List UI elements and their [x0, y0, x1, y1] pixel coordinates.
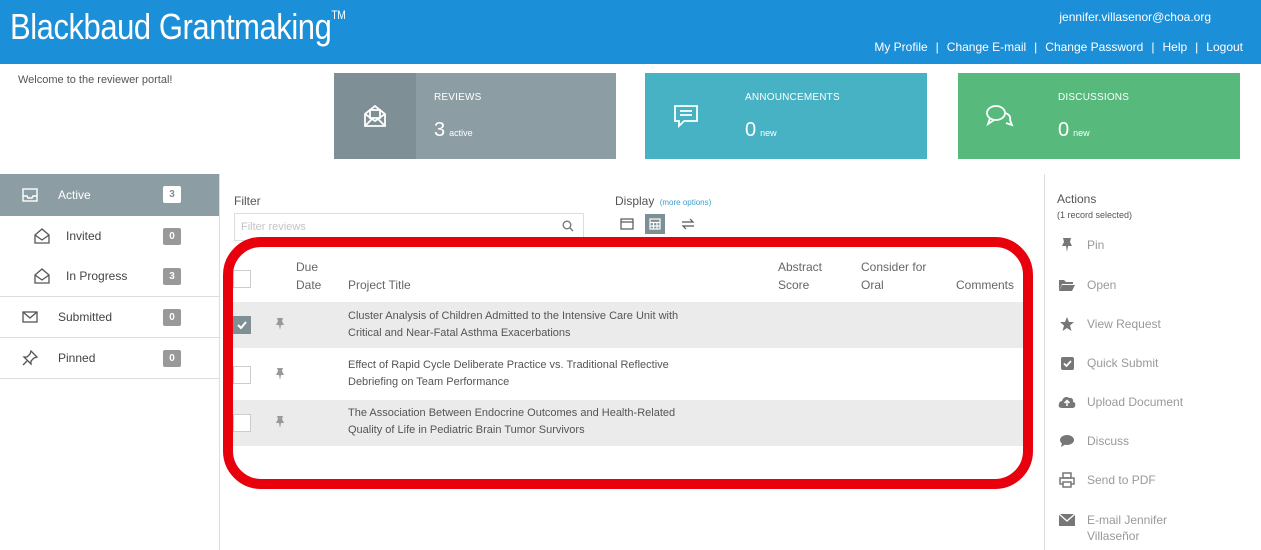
quick-submit-action[interactable]: Quick Submit	[1057, 353, 1158, 373]
grid-view-icon[interactable]	[645, 214, 665, 234]
discussions-tile[interactable]: DISCUSSIONS 0 new	[958, 73, 1240, 159]
announcements-count: 0 new	[745, 119, 777, 141]
count-badge: 3	[163, 268, 181, 285]
link-separator: |	[1151, 40, 1155, 54]
logout-link[interactable]: Logout	[1206, 40, 1243, 54]
change-email-link[interactable]: Change E-mail	[947, 40, 1026, 54]
my-profile-link[interactable]: My Profile	[874, 40, 927, 54]
printer-icon	[1057, 470, 1077, 490]
message-icon	[645, 73, 727, 159]
envelope-open-icon	[32, 266, 52, 286]
reviews-tile[interactable]: REVIEWS 3 active	[334, 73, 616, 159]
reviews-tile-title: REVIEWS	[434, 92, 482, 103]
discussions-count: 0 new	[1058, 119, 1090, 141]
sidebar-item-in-progress[interactable]: In Progress 3	[0, 256, 219, 297]
count-badge: 0	[163, 350, 181, 367]
view-request-action[interactable]: View Request	[1057, 314, 1161, 334]
folder-open-icon	[1057, 275, 1077, 295]
envelope-open-icon	[32, 226, 52, 246]
sidebar-item-label: In Progress	[66, 269, 128, 283]
action-label: E-mail Jennifer Villaseñor	[1087, 513, 1168, 543]
sidebar-item-label: Submitted	[58, 310, 113, 324]
count-badge: 0	[163, 309, 181, 326]
mail-icon	[1057, 510, 1077, 530]
welcome-message: Welcome to the reviewer portal!	[18, 74, 173, 86]
change-password-link[interactable]: Change Password	[1045, 40, 1143, 54]
sidebar-item-submitted[interactable]: Submitted 0	[0, 297, 219, 338]
filter-label: Filter	[234, 194, 261, 208]
list-view-icon[interactable]	[617, 214, 637, 234]
envelope-open-icon	[334, 73, 416, 159]
action-label: Send to PDF	[1087, 473, 1156, 487]
top-header: Blackbaud GrantmakingTM jennifer.villase…	[0, 0, 1261, 64]
action-label: Upload Document	[1087, 395, 1184, 409]
envelope-icon	[20, 307, 40, 327]
inbox-icon	[20, 185, 40, 205]
chat-bubbles-icon	[958, 73, 1040, 159]
cloud-upload-icon	[1057, 392, 1077, 412]
announcements-tile[interactable]: ANNOUNCEMENTS 0 new	[645, 73, 927, 159]
swap-view-icon[interactable]	[678, 214, 698, 234]
actions-subtitle: (1 record selected)	[1057, 210, 1133, 220]
open-action[interactable]: Open	[1057, 275, 1116, 295]
check-square-icon	[1057, 353, 1077, 373]
link-separator: |	[1195, 40, 1199, 54]
count-badge: 0	[163, 228, 181, 245]
sidebar-item-label: Active	[58, 188, 91, 202]
reviews-count: 3 active	[434, 119, 473, 141]
announcements-tile-title: ANNOUNCEMENTS	[745, 92, 840, 103]
sidebar-item-pinned[interactable]: Pinned 0	[0, 338, 219, 379]
display-label: Display (more options)	[615, 194, 712, 208]
pin-icon	[20, 348, 40, 368]
sidebar: Active 3 Invited 0 In Progress 3 Submitt…	[0, 174, 220, 550]
link-separator: |	[935, 40, 939, 54]
sidebar-item-label: Pinned	[58, 351, 96, 365]
more-options-link[interactable]: (more options)	[660, 198, 712, 207]
action-label: View Request	[1087, 317, 1161, 331]
help-link[interactable]: Help	[1162, 40, 1187, 54]
search-icon[interactable]	[562, 219, 574, 237]
action-label: Quick Submit	[1087, 356, 1159, 370]
link-separator: |	[1034, 40, 1038, 54]
highlight-annotation	[223, 237, 1033, 489]
action-label: Discuss	[1087, 434, 1130, 448]
email-action[interactable]: E-mail Jennifer Villaseñor	[1057, 510, 1167, 544]
upload-document-action[interactable]: Upload Document	[1057, 392, 1183, 412]
trademark: TM	[331, 8, 346, 22]
actions-title: Actions	[1057, 192, 1097, 206]
top-links: My Profile | Change E-mail | Change Password…	[874, 40, 1243, 54]
actions-panel: Actions (1 record selected) Pin Open Vie…	[1044, 174, 1261, 550]
pin-action[interactable]: Pin	[1057, 235, 1104, 255]
send-to-pdf-action[interactable]: Send to PDF	[1057, 470, 1156, 490]
user-email: jennifer.villasenor@choa.org	[1059, 10, 1211, 24]
sidebar-item-label: Invited	[66, 229, 102, 243]
comment-icon	[1057, 431, 1077, 451]
discuss-action[interactable]: Discuss	[1057, 431, 1129, 451]
pin-icon	[1057, 235, 1077, 255]
sidebar-item-invited[interactable]: Invited 0	[0, 216, 219, 256]
sidebar-item-active[interactable]: Active 3	[0, 174, 219, 216]
discussions-tile-title: DISCUSSIONS	[1058, 92, 1130, 103]
action-label: Open	[1087, 278, 1117, 292]
star-icon	[1057, 314, 1077, 334]
count-badge: 3	[163, 186, 181, 203]
action-label: Pin	[1087, 238, 1105, 252]
brand-logo[interactable]: Blackbaud GrantmakingTM	[10, 6, 346, 48]
